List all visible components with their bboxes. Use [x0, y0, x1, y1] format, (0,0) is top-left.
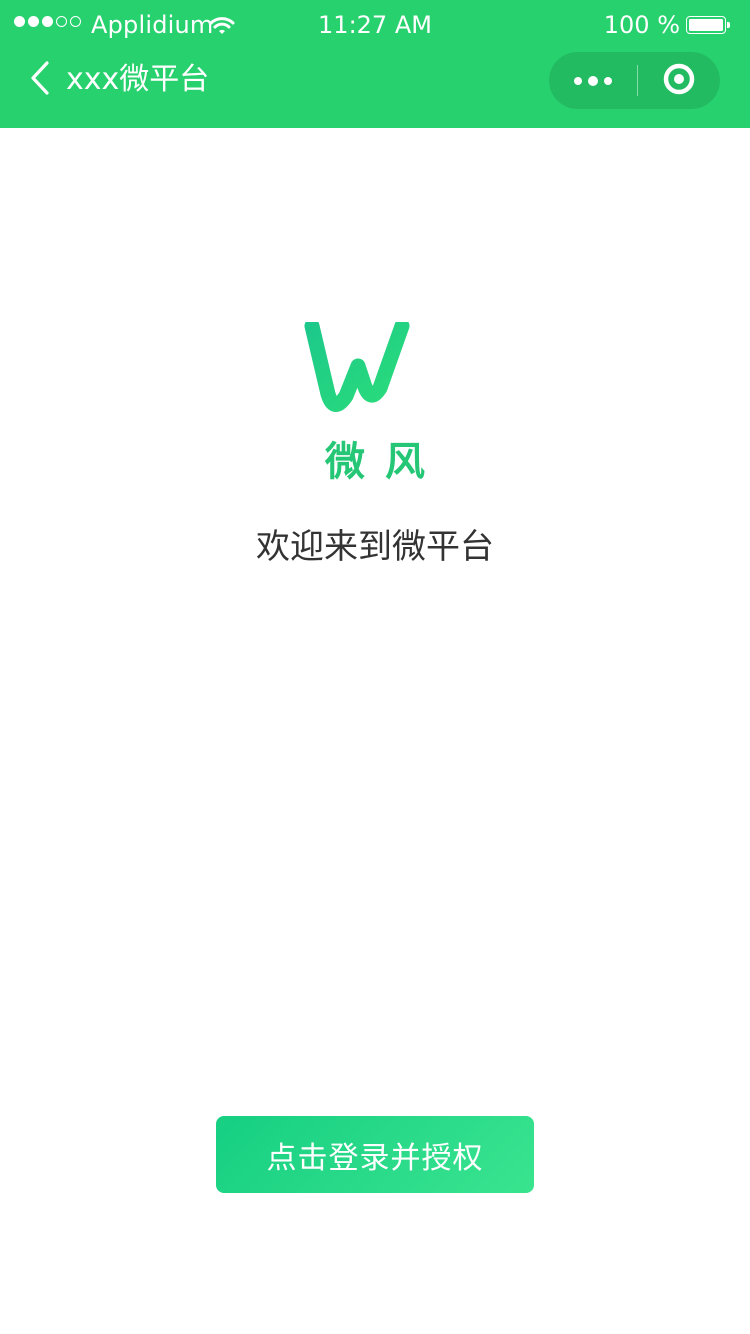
welcome-message: 欢迎来到微平台 [256, 527, 494, 567]
header: Applidium 11:27 AM 100 % xxx微平台 [0, 0, 750, 128]
page: Applidium 11:27 AM 100 % xxx微平台 微风 欢迎来到微… [0, 0, 750, 1334]
login-authorize-button[interactable]: 点击登录并授权 [216, 1116, 534, 1193]
target-circle-icon [662, 62, 696, 100]
status-bar: Applidium 11:27 AM 100 % [0, 0, 750, 52]
more-dots-icon [574, 75, 612, 86]
battery-percentage: 100 % [603, 11, 680, 39]
back-button[interactable] [18, 58, 62, 102]
nav-title: xxx微平台 [66, 62, 210, 97]
chevron-left-icon [29, 61, 51, 99]
wf-logo-icon [304, 318, 450, 416]
battery-icon [686, 16, 732, 36]
nav-bar: xxx微平台 [0, 52, 750, 128]
mini-program-capsule [549, 52, 720, 109]
more-button[interactable] [549, 52, 637, 109]
logo-text: 微风 [325, 439, 445, 485]
close-mini-program-button[interactable] [638, 52, 720, 109]
